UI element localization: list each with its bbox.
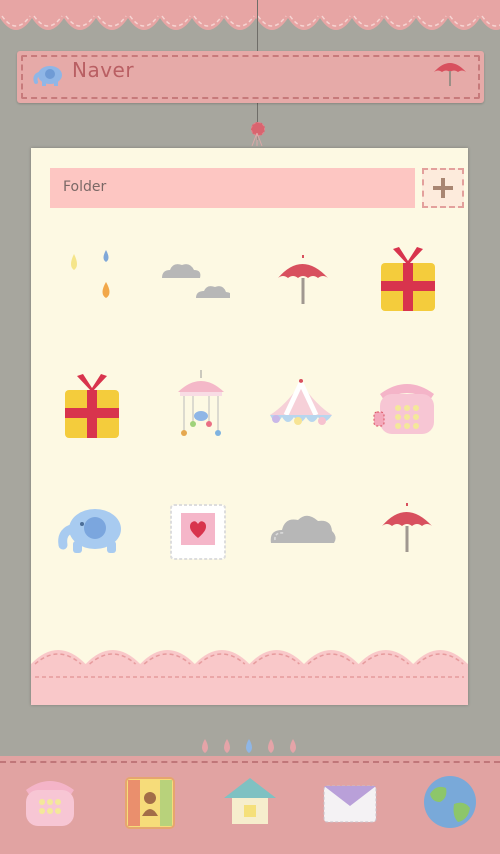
elephant-icon[interactable] (57, 497, 127, 567)
contacts-icon[interactable] (120, 772, 180, 832)
carousel-icon[interactable] (266, 375, 336, 445)
tassel-icon (251, 133, 263, 147)
globe-icon[interactable] (420, 772, 480, 832)
cloud-icon[interactable] (266, 497, 336, 567)
page-indicator (202, 739, 296, 753)
plus-icon (433, 178, 453, 198)
folder-name-field[interactable]: Folder (50, 168, 415, 208)
home-icon[interactable] (220, 772, 280, 832)
mobile-icon[interactable] (166, 370, 236, 440)
umbrella-icon[interactable] (432, 58, 468, 88)
gift-icon[interactable] (373, 245, 443, 315)
mail-icon[interactable] (320, 772, 380, 832)
elephant-icon (33, 66, 62, 86)
umbrella-icon[interactable] (272, 252, 342, 322)
gift-icon[interactable] (59, 372, 129, 442)
telephone-icon[interactable] (372, 372, 442, 442)
add-button[interactable] (422, 168, 464, 208)
panel-scallop-border (31, 642, 468, 705)
umbrella-icon[interactable] (376, 500, 446, 570)
heart-frame-icon[interactable] (163, 497, 233, 567)
top-scallop-border (0, 0, 500, 44)
telephone-icon[interactable] (20, 772, 80, 832)
clouds-icon[interactable] (160, 250, 230, 320)
search-label: Naver (72, 58, 135, 82)
raindrops-icon[interactable] (56, 242, 126, 312)
